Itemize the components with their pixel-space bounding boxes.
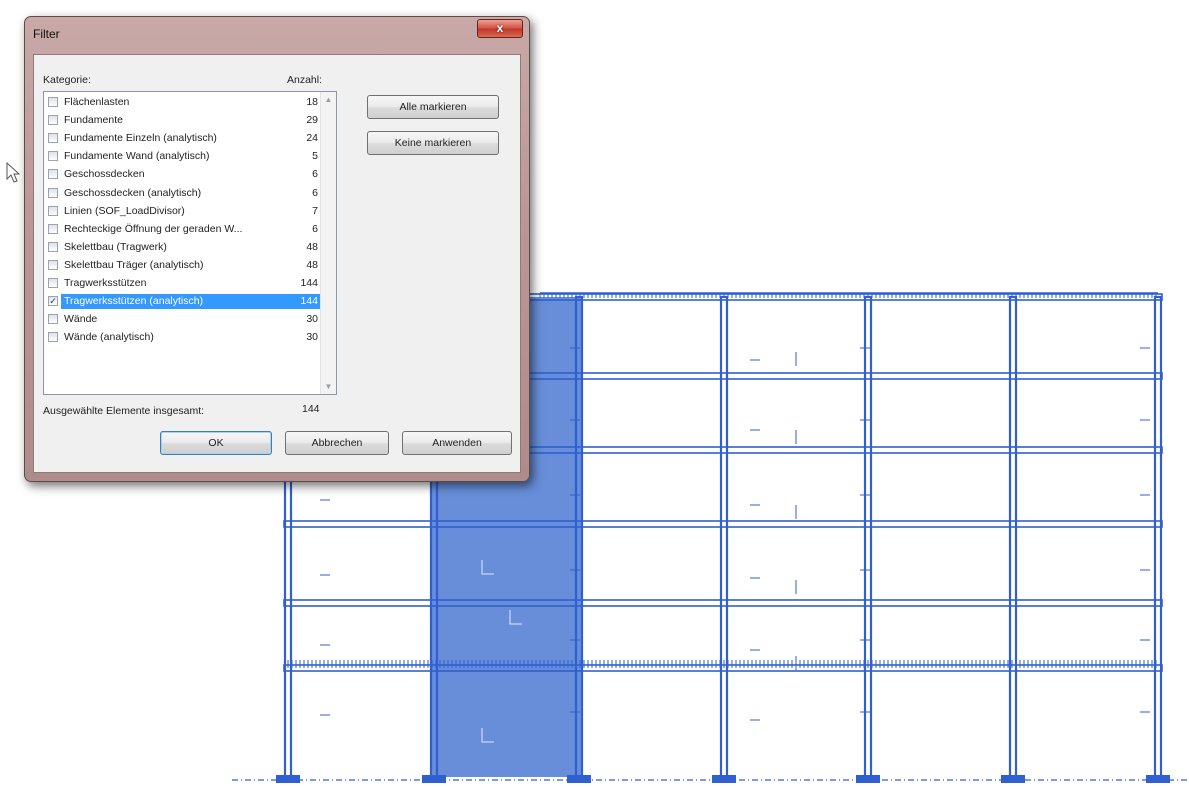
count-header: Anzahl:: [287, 74, 323, 86]
list-item[interactable]: Rechteckige Öffnung der geraden W... 6: [48, 222, 318, 237]
item-count: 30: [306, 331, 318, 344]
item-checkbox[interactable]: [48, 187, 58, 198]
column-footing: [1001, 775, 1025, 783]
list-item[interactable]: Skelettbau (Tragwerk) 48: [48, 240, 318, 255]
column-footing: [856, 775, 880, 783]
column-footing: [1146, 775, 1170, 783]
list-item[interactable]: Wände 30: [48, 312, 318, 327]
list-item[interactable]: Wände (analytisch) 30: [48, 330, 318, 345]
total-label: Ausgewählte Elemente insgesamt:: [43, 405, 205, 417]
category-list[interactable]: Flächenlasten 18 Fundamente 29 Fundamente Ei…: [43, 91, 337, 395]
item-checkbox[interactable]: [48, 115, 58, 126]
item-label: Tragwerksstützen (analytisch): [64, 295, 204, 308]
item-label: Rechteckige Öffnung der geraden W...: [64, 222, 243, 235]
list-item[interactable]: Skelettbau Träger (analytisch) 48: [48, 258, 318, 273]
filter-dialog: Filter x Kategorie: Anzahl: Flächenlaste…: [24, 16, 530, 482]
item-checkbox[interactable]: [48, 169, 58, 180]
item-label: Skelettbau Träger (analytisch): [64, 258, 204, 271]
item-count: 144: [300, 277, 318, 289]
item-label: Fundamente Wand (analytisch): [64, 150, 210, 163]
list-item[interactable]: Geschossdecken 6: [48, 167, 318, 182]
dialog-titlebar[interactable]: Filter x: [25, 17, 529, 53]
list-item[interactable]: Fundamente Wand (analytisch) 5: [48, 149, 318, 164]
list-item[interactable]: Geschossdecken (analytisch) 6: [48, 186, 318, 201]
list-scrollbar[interactable]: ▲ ▼: [320, 92, 336, 394]
item-checkbox[interactable]: [48, 97, 58, 107]
check-none-button[interactable]: Keine markieren: [367, 131, 499, 155]
item-count: 29: [306, 114, 318, 127]
ok-button[interactable]: OK: [160, 431, 272, 455]
cancel-button[interactable]: Abbrechen: [285, 431, 389, 455]
item-label: Wände (analytisch): [64, 331, 154, 344]
structural-column: [283, 468, 293, 779]
item-label: Fundamente Einzeln (analytisch): [64, 132, 217, 145]
item-count: 24: [306, 132, 318, 145]
scroll-up-icon[interactable]: ▲: [321, 92, 336, 107]
item-count: 48: [306, 258, 318, 271]
item-label: Tragwerksstützen: [64, 277, 147, 289]
item-count: 144: [300, 295, 318, 308]
item-label: Fundamente: [64, 114, 123, 127]
close-button[interactable]: x: [477, 19, 523, 38]
column-footing: [422, 775, 446, 783]
column-footing: [276, 775, 300, 783]
dialog-title: Filter: [33, 27, 60, 41]
check-all-button[interactable]: Alle markieren: [367, 95, 499, 119]
item-count: 30: [306, 313, 318, 326]
apply-button[interactable]: Anwenden: [402, 431, 512, 455]
list-item[interactable]: Linien (SOF_LoadDivisor) 7: [48, 204, 318, 219]
arrow-cursor-icon: [6, 162, 20, 183]
item-count: 6: [312, 168, 318, 181]
item-checkbox[interactable]: [48, 151, 58, 162]
item-count: 6: [312, 222, 318, 235]
item-count: 5: [312, 150, 318, 163]
list-item[interactable]: ✓ Tragwerksstützen (analytisch) 144: [48, 294, 320, 310]
item-checkbox[interactable]: [48, 278, 58, 288]
list-item[interactable]: Flächenlasten 18: [48, 95, 318, 110]
total-value: 144: [302, 403, 320, 415]
column-footing: [712, 775, 736, 783]
structural-column: [1153, 295, 1163, 779]
item-count: 6: [312, 186, 318, 199]
item-checkbox[interactable]: [48, 259, 58, 270]
item-count: 18: [306, 96, 318, 108]
floor-beam: [283, 599, 1163, 607]
structural-column: [863, 295, 873, 779]
item-checkbox[interactable]: ✓: [48, 296, 58, 307]
item-checkbox[interactable]: [48, 332, 58, 343]
item-checkbox[interactable]: [48, 314, 58, 325]
item-count: 48: [306, 240, 318, 253]
list-item[interactable]: Fundamente 29: [48, 113, 318, 128]
structural-column: [719, 295, 729, 779]
item-label: Skelettbau (Tragwerk): [64, 240, 167, 253]
category-header: Kategorie:: [43, 74, 91, 86]
item-label: Geschossdecken: [64, 168, 145, 181]
item-count: 7: [312, 204, 318, 217]
item-checkbox[interactable]: [48, 241, 58, 252]
item-label: Linien (SOF_LoadDivisor): [64, 204, 185, 217]
dialog-client-area: Kategorie: Anzahl: Flächenlasten 18 Fundam…: [33, 54, 521, 473]
item-label: Geschossdecken (analytisch): [64, 186, 202, 199]
item-checkbox[interactable]: [48, 223, 58, 234]
close-icon: x: [496, 21, 504, 35]
list-item[interactable]: Fundamente Einzeln (analytisch) 24: [48, 131, 318, 146]
structural-column: [1008, 295, 1018, 779]
floor-beam: [283, 520, 1163, 528]
column-footing: [567, 775, 591, 783]
scroll-down-icon[interactable]: ▼: [321, 379, 336, 394]
item-checkbox[interactable]: [48, 133, 58, 144]
item-checkbox[interactable]: [48, 205, 58, 216]
item-label: Wände: [64, 313, 98, 326]
list-item[interactable]: Tragwerksstützen 144: [48, 276, 318, 291]
item-label: Flächenlasten: [64, 96, 130, 108]
